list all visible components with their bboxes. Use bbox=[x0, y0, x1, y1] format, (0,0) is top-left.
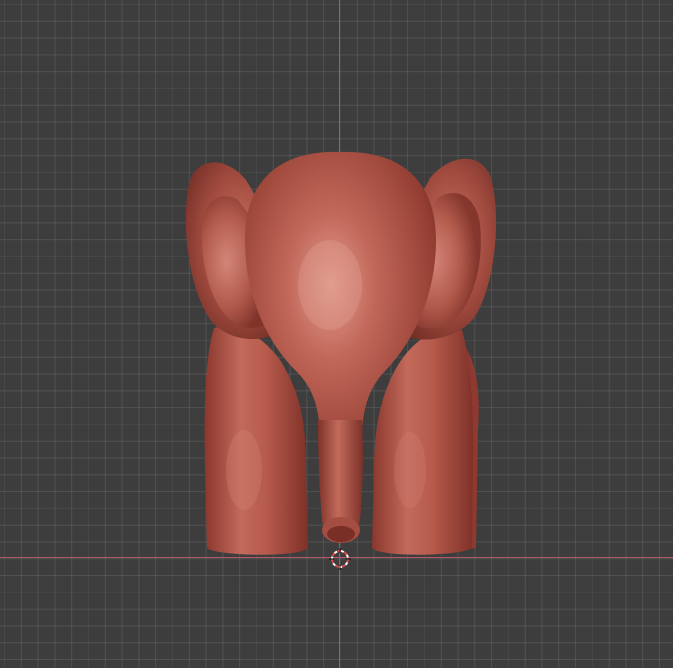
3d-viewport[interactable] bbox=[0, 0, 673, 668]
3d-cursor-icon[interactable] bbox=[329, 548, 351, 570]
